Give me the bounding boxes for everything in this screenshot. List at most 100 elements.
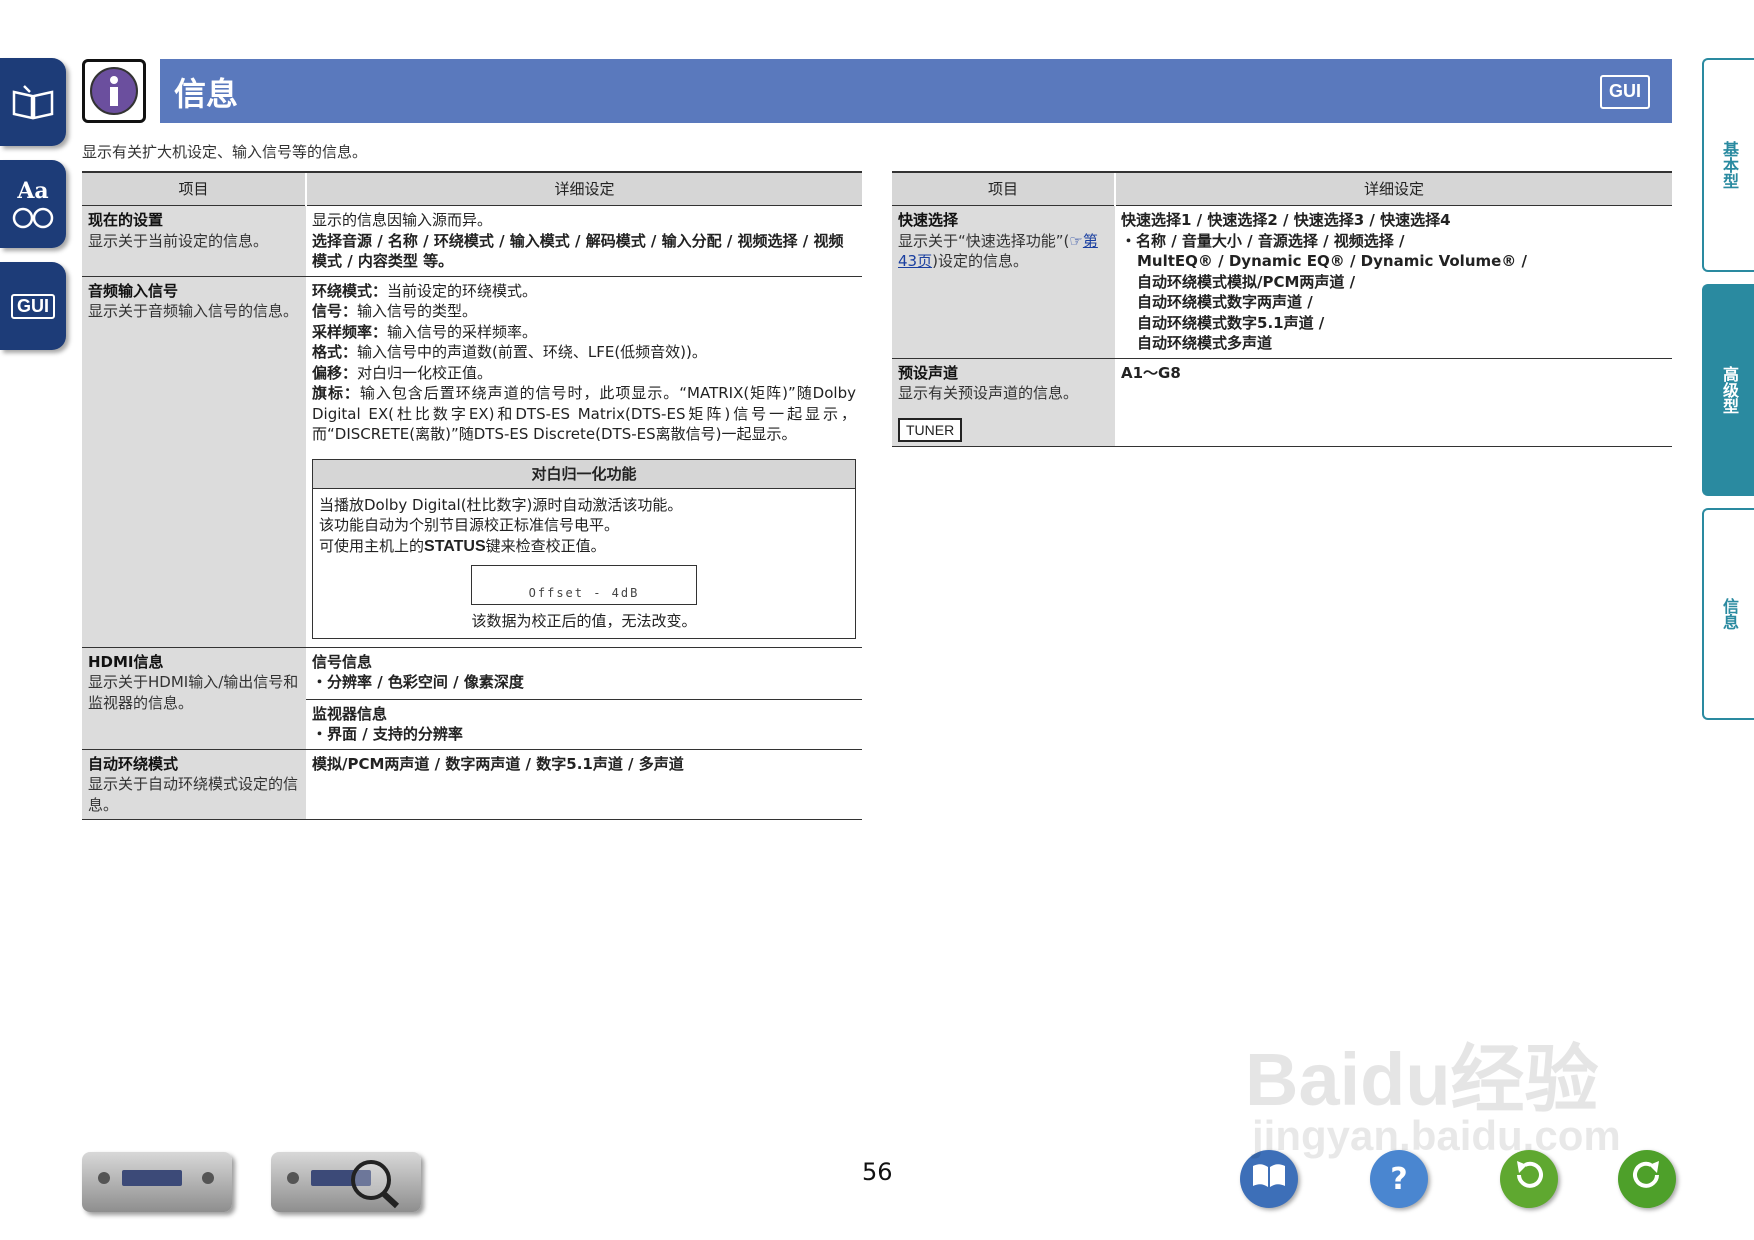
item-cell: 现在的设置 显示关于当前设定的信息。	[82, 205, 306, 277]
item-cell: HDMI信息 显示关于HDMI输入/输出信号和监视器的信息。	[82, 647, 306, 750]
table-header-row: 项目 详细设定	[82, 171, 862, 206]
item-desc: 显示关于当前设定的信息。	[88, 231, 269, 250]
left-settings-table: 项目 详细设定 现在的设置 显示关于当前设定的信息。 显示的信息因输入源而异。 …	[82, 171, 862, 820]
detail-line: 自动环绕模式模拟/PCM两声道 /	[1137, 272, 1356, 291]
magnifier-icon	[345, 1156, 405, 1216]
intro-text: 显示有关扩大机设定、输入信号等的信息。	[82, 143, 368, 161]
table-row: 现在的设置 显示关于当前设定的信息。 显示的信息因输入源而异。 选择音源 / 名…	[82, 205, 862, 277]
tab-advanced[interactable]: 高级型	[1702, 284, 1754, 496]
watermark-logo: Baidu经验	[1245, 1038, 1599, 1121]
detail-line: 采样频率：输入信号的采样频率。	[312, 322, 538, 341]
tab-info[interactable]: 信息	[1702, 508, 1754, 720]
display-button[interactable]	[271, 1152, 421, 1212]
info-icon	[82, 59, 146, 123]
item-name: 自动环绕模式	[88, 754, 179, 773]
divider	[306, 698, 862, 700]
gui-icon: GUI	[10, 293, 55, 319]
detail-line: 环绕模式：当前设定的环绕模式。	[312, 281, 538, 300]
offset-display-text: Offset - 4dB	[528, 585, 640, 600]
detail-line: 自动环绕模式多声道	[1137, 334, 1273, 352]
table-header-row: 项目 详细设定	[892, 171, 1672, 206]
item-desc: 显示关于HDMI输入/输出信号和监视器的信息。	[88, 673, 299, 712]
table-row: 预设声道 显示有关预设声道的信息。 TUNER A1～G8	[892, 358, 1672, 447]
detail-text: 显示的信息因输入源而异。	[312, 211, 493, 229]
detail-cell: 模拟/PCM两声道 / 数字两声道 / 数字5.1声道 / 多声道	[306, 749, 862, 820]
detail-line: 快速选择1 / 快速选择2 / 快速选择3 / 快速选择4	[1121, 211, 1451, 229]
detail-options: A1～G8	[1121, 363, 1181, 382]
dn-caption: 该数据为校正后的值，无法改变。	[471, 612, 697, 630]
dn-line: 该功能自动为个别节目源校正标准信号电平。	[319, 516, 620, 534]
tuner-badge: TUNER	[898, 417, 963, 442]
tab-basic-label: 基本型	[1720, 141, 1739, 189]
header-bar: 信息 GUI	[160, 59, 1672, 123]
forward-button[interactable]	[1618, 1150, 1676, 1208]
status-key-label: STATUS	[424, 537, 486, 555]
column-item: 项目	[82, 171, 306, 206]
hand-pointer-icon: ☞	[1069, 231, 1083, 250]
table-row: 自动环绕模式 显示关于自动环绕模式设定的信息。 模拟/PCM两声道 / 数字两声…	[82, 749, 862, 820]
detail-options: 选择音源 / 名称 / 环绕模式 / 输入模式 / 解码模式 / 输入分配 / …	[312, 231, 844, 271]
offset-display: Offset - 4dB	[471, 565, 697, 605]
dn-line: 可使用主机上的STATUS键来检查校正值。	[319, 536, 606, 555]
book-icon	[10, 82, 56, 122]
item-name: 快速选择	[898, 211, 959, 229]
detail-line: ・名称 / 音量大小 / 音源选择 / 视频选择 /	[1121, 231, 1405, 250]
item-name: 预设声道	[898, 363, 959, 382]
gui-badge: GUI	[1600, 75, 1650, 109]
page-title: 信息	[174, 75, 239, 113]
item-desc: 显示有关预设声道的信息。	[898, 384, 1079, 402]
item-cell: 预设声道 显示有关预设声道的信息。 TUNER	[892, 358, 1115, 447]
column-item: 项目	[892, 171, 1115, 206]
detail-options: 模拟/PCM两声道 / 数字两声道 / 数字5.1声道 / 多声道	[312, 754, 684, 773]
detail-cell: A1～G8	[1115, 358, 1672, 447]
device-display	[122, 1170, 182, 1186]
watermark-url: jingyan.baidu.com	[1252, 1112, 1621, 1159]
detail-line: 格式：输入信号中的声道数(前置、环绕、LFE(低频音效))。	[312, 343, 707, 361]
item-name: 音频输入信号	[88, 281, 179, 300]
table-row: 音频输入信号 显示关于音频输入信号的信息。 环绕模式：当前设定的环绕模式。 信号…	[82, 276, 862, 648]
detail-cell: 信号信息 ・分辨率 / 色彩空间 / 像素深度 监视器信息 ・界面 / 支持的分…	[306, 647, 862, 750]
item-desc: 显示关于“快速选择功能”(☞第43页)设定的信息。	[898, 231, 1098, 271]
column-detail: 详细设定	[1114, 171, 1672, 206]
left-tab-gui[interactable]: GUI	[0, 262, 66, 350]
item-desc: 显示关于自动环绕模式设定的信息。	[88, 775, 299, 814]
detail-cell: 快速选择1 / 快速选择2 / 快速选择3 / 快速选择4 ・名称 / 音量大小…	[1115, 205, 1672, 359]
detail-line: 旗标：输入包含后置环绕声道的信号时，此项显示。“MATRIX(矩阵)”随Dolb…	[312, 384, 856, 443]
dialogue-normalization-title: 对白归一化功能	[313, 459, 855, 489]
detail-line: MultEQ® / Dynamic EQ® / Dynamic Volume® …	[1137, 252, 1528, 270]
sub-title: 信号信息	[312, 652, 373, 671]
tab-info-label: 信息	[1720, 598, 1739, 630]
sub-title: 监视器信息	[312, 704, 388, 723]
tab-advanced-label: 高级型	[1720, 366, 1739, 414]
book-icon	[1250, 1160, 1288, 1198]
table-row: HDMI信息 显示关于HDMI输入/输出信号和监视器的信息。 信号信息 ・分辨率…	[82, 647, 862, 750]
help-icon: ?	[1390, 1161, 1408, 1197]
item-cell: 自动环绕模式 显示关于自动环绕模式设定的信息。	[82, 749, 306, 820]
left-tab-contents[interactable]	[0, 58, 66, 146]
front-panel-button[interactable]	[82, 1152, 232, 1212]
dialogue-normalization-box: 对白归一化功能 当播放Dolby Digital(杜比数字)源时自动激活该功能。…	[312, 458, 856, 639]
detail-line: 偏移：对白归一化校正值。	[312, 363, 493, 382]
detail-cell: 显示的信息因输入源而异。 选择音源 / 名称 / 环绕模式 / 输入模式 / 解…	[306, 205, 862, 277]
detail-line: 自动环绕模式数字5.1声道 /	[1137, 313, 1325, 332]
item-cell: 音频输入信号 显示关于音频输入信号的信息。	[82, 276, 306, 648]
back-icon	[1511, 1157, 1547, 1201]
sub-items: ・分辨率 / 色彩空间 / 像素深度	[312, 673, 524, 691]
tab-basic[interactable]: 基本型	[1702, 58, 1754, 272]
item-desc: 显示关于音频输入信号的信息。	[88, 302, 299, 320]
right-settings-table: 项目 详细设定 快速选择 显示关于“快速选择功能”(☞第43页)设定的信息。 快…	[892, 171, 1672, 447]
column-detail: 详细设定	[305, 171, 862, 206]
table-row: 快速选择 显示关于“快速选择功能”(☞第43页)设定的信息。 快速选择1 / 快…	[892, 205, 1672, 359]
item-name: 现在的设置	[88, 211, 164, 229]
page-number: 56	[862, 1158, 893, 1186]
sub-items: ・界面 / 支持的分辨率	[312, 725, 463, 743]
glossary-icon: Aa	[11, 178, 55, 230]
item-name: HDMI信息	[88, 652, 164, 671]
detail-line: 自动环绕模式数字两声道 /	[1137, 293, 1313, 311]
forward-icon	[1629, 1157, 1665, 1201]
left-tab-glossary[interactable]: Aa	[0, 160, 66, 248]
item-cell: 快速选择 显示关于“快速选择功能”(☞第43页)设定的信息。	[892, 205, 1115, 359]
dn-line: 当播放Dolby Digital(杜比数字)源时自动激活该功能。	[319, 495, 683, 514]
detail-cell: 环绕模式：当前设定的环绕模式。 信号：输入信号的类型。 采样频率：输入信号的采样…	[306, 276, 862, 648]
detail-line: 信号：输入信号的类型。	[312, 302, 478, 320]
